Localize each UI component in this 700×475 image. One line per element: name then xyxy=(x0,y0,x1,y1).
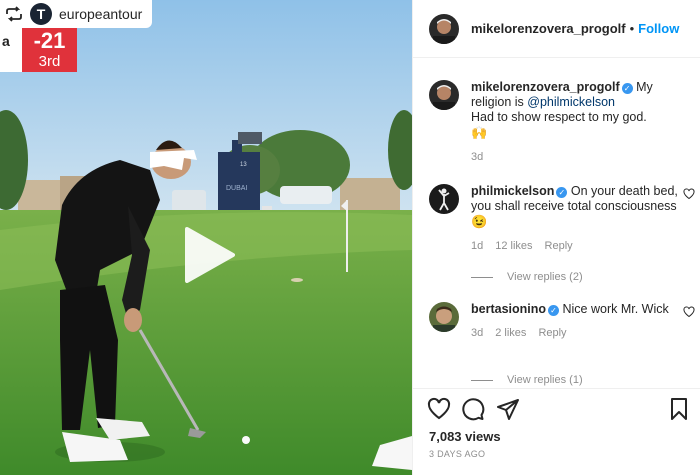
share-icon[interactable] xyxy=(496,397,520,421)
post-actions: 7,083 views 3 DAYS AGO xyxy=(413,388,700,475)
view-replies-button[interactable]: View replies (1) xyxy=(471,374,583,386)
author-avatar[interactable] xyxy=(429,13,459,44)
reply-button[interactable]: Reply xyxy=(545,240,573,252)
repost-credit: T europeantour xyxy=(0,0,152,28)
comment-emoji: 😉 xyxy=(471,214,488,229)
comment-likes[interactable]: 12 likes xyxy=(495,240,532,252)
comment-avatar[interactable] xyxy=(429,184,459,214)
repost-username[interactable]: europeantour xyxy=(59,6,142,22)
view-replies-button[interactable]: View replies (2) xyxy=(471,271,583,283)
follow-button[interactable]: Follow xyxy=(638,21,679,36)
post-header: mikelorenzovera_progolf • Follow xyxy=(413,0,700,58)
comment-text: Nice work Mr. Wick xyxy=(562,302,669,316)
comment-username[interactable]: bertasionino xyxy=(471,302,546,316)
view-count: 7,083 views xyxy=(429,429,501,444)
comment-icon[interactable] xyxy=(461,397,485,421)
caption-body: mikelorenzovera_progolf ✓ My religion is … xyxy=(471,80,689,165)
verified-icon: ✓ xyxy=(556,187,568,198)
comment-time[interactable]: 1d xyxy=(471,240,483,252)
verified-icon: ✓ xyxy=(621,83,633,94)
replies-divider xyxy=(471,276,493,278)
comments-list[interactable]: mikelorenzovera_progolf ✓ My religion is … xyxy=(413,58,700,388)
caption-item: mikelorenzovera_progolf ✓ My religion is … xyxy=(429,80,689,165)
replies-divider xyxy=(471,379,493,381)
heart-icon[interactable] xyxy=(683,305,695,318)
post-date[interactable]: 3 DAYS AGO xyxy=(429,449,485,459)
comment-meta: 3d 2 likes Reply xyxy=(471,326,689,341)
board-text: DUBAI xyxy=(226,185,247,192)
view-replies-label: View replies (1) xyxy=(507,374,583,386)
comment-avatar[interactable] xyxy=(429,302,459,332)
play-button[interactable] xyxy=(181,227,237,283)
board-number: 13 xyxy=(240,162,247,168)
caption-username[interactable]: mikelorenzovera_progolf xyxy=(471,80,620,94)
comment-item: philmickelson ✓ On your death bed, you sh… xyxy=(429,184,695,254)
score-value-box: -21 3rd xyxy=(22,28,77,72)
view-replies-label: View replies (2) xyxy=(507,271,583,283)
caption-mention[interactable]: @philmickelson xyxy=(527,95,615,109)
reply-button[interactable]: Reply xyxy=(538,327,566,339)
caption-emoji: 🙌 xyxy=(471,125,488,140)
header-username[interactable]: mikelorenzovera_progolf xyxy=(471,21,626,36)
score-prefix: a xyxy=(0,28,22,72)
heart-icon[interactable] xyxy=(427,397,451,421)
repost-avatar[interactable]: T xyxy=(30,3,52,25)
verified-icon: ✓ xyxy=(548,305,560,316)
post-side-panel: mikelorenzovera_progolf • Follow mikelor… xyxy=(412,0,700,475)
comment-item: bertasionino ✓ Nice work Mr. Wick 3d 2 lik… xyxy=(429,302,695,341)
score-graphic: a -21 3rd xyxy=(0,28,77,72)
comment-username[interactable]: philmickelson xyxy=(471,184,554,198)
score-position: 3rd xyxy=(38,53,61,70)
caption-meta: 3d xyxy=(471,150,689,165)
comment-body: bertasionino ✓ Nice work Mr. Wick 3d 2 lik… xyxy=(471,302,689,341)
caption-avatar[interactable] xyxy=(429,80,459,110)
score-value: -21 xyxy=(33,28,66,53)
play-icon xyxy=(185,227,235,283)
video-media[interactable]: DUBAI 13 T europeantour a -21 3rd xyxy=(0,0,412,475)
header-separator: • xyxy=(629,21,635,36)
caption-time[interactable]: 3d xyxy=(471,151,483,163)
heart-icon[interactable] xyxy=(683,187,695,200)
comment-meta: 1d 12 likes Reply xyxy=(471,239,689,254)
comment-time[interactable]: 3d xyxy=(471,327,483,339)
comment-likes[interactable]: 2 likes xyxy=(495,327,526,339)
comment-body: philmickelson ✓ On your death bed, you sh… xyxy=(471,184,689,254)
bookmark-icon[interactable] xyxy=(667,397,691,421)
repost-icon xyxy=(4,4,24,24)
caption-text-2: Had to show respect to my god. xyxy=(471,110,647,124)
